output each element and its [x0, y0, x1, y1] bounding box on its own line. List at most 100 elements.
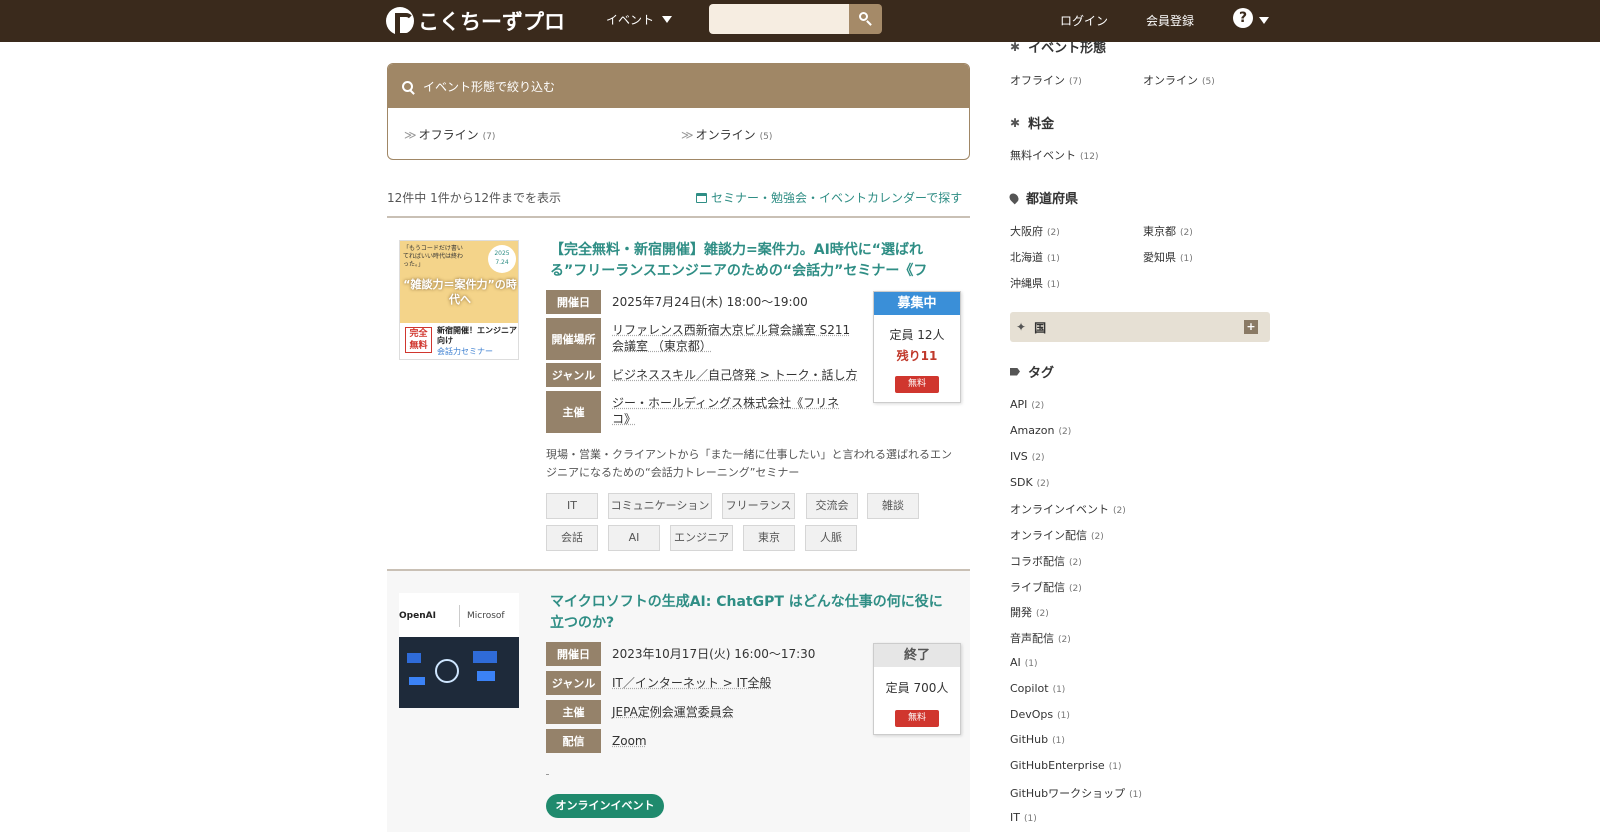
tag-chip[interactable]: フリーランス	[722, 493, 795, 519]
filter-option-offline[interactable]: ≫ オフライン (7)	[404, 126, 495, 143]
filter-option-online[interactable]: ≫ オンライン (5)	[681, 126, 772, 143]
row-label-organizer: 主催	[546, 700, 601, 724]
sidebar-tag-item[interactable]: GitHub (1)	[1010, 733, 1065, 746]
star-icon: ✦	[1016, 320, 1027, 334]
help-icon[interactable]: ?	[1233, 8, 1253, 28]
filter-header: イベント形態で絞り込む	[388, 64, 969, 108]
row-label-stream: 配信	[546, 729, 601, 753]
event-thumbnail[interactable]: OpenAI Microsof	[399, 593, 519, 708]
tag-chip[interactable]: エンジニア	[670, 525, 733, 551]
ai-illustration	[399, 637, 519, 708]
result-summary: 12件中 1件から12件までを表示	[387, 191, 561, 205]
row-label-date: 開催日	[546, 642, 601, 666]
free-badge: 無料	[895, 710, 939, 727]
star-icon: ✱	[1010, 115, 1021, 130]
event-venue[interactable]: リファレンス西新宿大京ビル貸会議室 S211 会議室 （東京都）	[612, 322, 852, 354]
event-description: 現場・営業・クライアントから「また一緒に仕事したい」と言われる選ばれるエンジニア…	[546, 448, 953, 479]
row-label-organizer: 主催	[546, 391, 601, 433]
sidebar-tag-item[interactable]: 開発 (2)	[1010, 604, 1049, 620]
event-organizer[interactable]: JEPA定例会運営委員会	[612, 704, 862, 720]
sidebar-tag-item[interactable]: GitHubEnterprise (1)	[1010, 759, 1121, 772]
sidebar-tag-item[interactable]: API (2)	[1010, 398, 1044, 411]
remaining-text: 残り11	[896, 349, 938, 363]
top-header: こくちーずプロ イベント ログイン 会員登録 ?	[0, 0, 1600, 42]
event-menu-label: イベント	[606, 13, 655, 27]
event-stream[interactable]: Zoom	[612, 733, 862, 749]
sidebar-tag-item[interactable]: SDK (2)	[1010, 476, 1049, 489]
row-label-venue: 開催場所	[546, 318, 601, 360]
tag-chip[interactable]: 交流会	[806, 493, 858, 519]
online-event-badge[interactable]: オンラインイベント	[546, 794, 664, 818]
sidebar-tag-item[interactable]: ライブ配信 (2)	[1010, 579, 1082, 595]
event-date: 2023年10月17日(火) 16:00〜17:30	[612, 647, 816, 661]
free-badge: 無料	[895, 376, 939, 393]
sidebar-country-toggle[interactable]: ✦ 国 +	[1010, 312, 1270, 342]
status-box: 募集中 定員 12人 残り11 無料	[873, 291, 961, 403]
tag-chip[interactable]: 東京	[743, 525, 795, 551]
tag-chip[interactable]: IT	[546, 493, 598, 519]
sidebar-item-tokyo[interactable]: 東京都 (2)	[1143, 223, 1193, 239]
expand-icon[interactable]: +	[1244, 320, 1258, 334]
sidebar-tag-item[interactable]: DevOps (1)	[1010, 708, 1070, 721]
map-pin-icon	[1007, 191, 1021, 204]
event-menu[interactable]: イベント	[606, 11, 673, 28]
sidebar-item-online[interactable]: オンライン (5)	[1143, 72, 1215, 88]
tag-chip[interactable]: 雑談	[867, 493, 919, 519]
search-button[interactable]	[849, 4, 882, 34]
sidebar-tag-item[interactable]: コラボ配信 (2)	[1010, 553, 1082, 569]
tag-chip[interactable]: コミュニケーション	[608, 493, 712, 519]
search-icon	[859, 12, 868, 21]
tag-icon	[1010, 367, 1020, 376]
thumb-date: 2025 7.24	[488, 245, 516, 273]
sidebar-tag-item[interactable]: 音声配信 (2)	[1010, 630, 1071, 646]
event-thumbnail[interactable]: 「もうコードだけ書いてればいい時代は終わった。」 2025 7.24 “雑談力＝…	[399, 240, 519, 360]
row-label-date: 開催日	[546, 290, 601, 314]
status-ended-badge: 終了	[874, 644, 960, 667]
logo-text: こくちーずプロ	[418, 10, 565, 34]
search-input[interactable]	[709, 4, 849, 34]
sidebar-tag-item[interactable]: Copilot (1)	[1010, 682, 1065, 695]
sidebar-item-offline[interactable]: オフライン (7)	[1010, 72, 1082, 88]
event-organizer[interactable]: ジー・ホールディングス株式会社《フリネコ》	[612, 395, 852, 427]
event-genre[interactable]: ビジネススキル／自己啓発 > トーク・話し方	[612, 367, 862, 383]
openai-logo: OpenAI	[399, 611, 436, 621]
capacity-text: 定員 700人	[885, 681, 949, 695]
sidebar-item-osaka[interactable]: 大阪府 (2)	[1010, 223, 1060, 239]
logo-icon	[386, 7, 414, 37]
tag-chip[interactable]: 人脈	[805, 525, 857, 551]
sidebar-tag-item[interactable]: IT (1)	[1010, 811, 1037, 824]
sidebar-tag-item[interactable]: オンライン配信 (2)	[1010, 527, 1104, 543]
sidebar-tag-item[interactable]: GitHubワークショップ (1)	[1010, 785, 1142, 801]
star-icon: ✱	[1010, 39, 1021, 54]
tag-chip[interactable]: 会話	[546, 525, 598, 551]
sidebar-item-okinawa[interactable]: 沖縄県 (1)	[1010, 275, 1060, 291]
sidebar-heading-format: ✱ イベント形態	[1010, 39, 1107, 57]
event-genre[interactable]: IT／インターネット > IT全般	[612, 675, 862, 691]
sidebar-tag-item[interactable]: Amazon (2)	[1010, 424, 1071, 437]
sidebar-tag-item[interactable]: AI (1)	[1010, 656, 1038, 669]
help-caret-icon[interactable]	[1259, 17, 1269, 24]
row-label-genre: ジャンル	[546, 671, 601, 695]
event-title[interactable]: マイクロソフトの生成AI: ChatGPT はどんな仕事の何に役に 立つのか?	[550, 592, 960, 634]
tag-chip[interactable]: AI	[608, 525, 660, 551]
site-logo[interactable]: こくちーずプロ	[386, 4, 565, 38]
event-title[interactable]: 【完全無料・新宿開催】雑談力=案件力。AI時代に“選ばれ る”フリーランスエンジ…	[550, 240, 950, 282]
sidebar-heading-prefecture: 都道府県	[1007, 188, 1078, 207]
sidebar-item-hokkaido[interactable]: 北海道 (1)	[1010, 249, 1060, 265]
format-filter-panel: イベント形態で絞り込む ≫ オフライン (7) ≫ オンライン (5)	[387, 63, 970, 160]
register-link[interactable]: 会員登録	[1146, 12, 1194, 29]
calendar-link[interactable]: セミナー・勉強会・イベントカレンダーで探す	[696, 189, 962, 206]
sidebar-tag-item[interactable]: オンラインイベント (2)	[1010, 501, 1126, 517]
calendar-icon	[696, 192, 707, 203]
status-box: 終了 定員 700人 無料	[873, 643, 961, 735]
capacity-text: 定員 12人	[889, 328, 945, 342]
status-open-badge: 募集中	[874, 292, 960, 315]
sidebar-tag-item[interactable]: IVS (2)	[1010, 450, 1045, 463]
caret-down-icon	[662, 16, 673, 23]
sidebar-heading-tags: タグ	[1010, 362, 1054, 381]
microsoft-logo: Microsof	[467, 611, 505, 621]
sidebar-item-free[interactable]: 無料イベント (12)	[1010, 147, 1098, 163]
login-link[interactable]: ログイン	[1060, 12, 1108, 29]
sidebar-item-aichi[interactable]: 愛知県 (1)	[1143, 249, 1193, 265]
divider	[546, 774, 549, 775]
